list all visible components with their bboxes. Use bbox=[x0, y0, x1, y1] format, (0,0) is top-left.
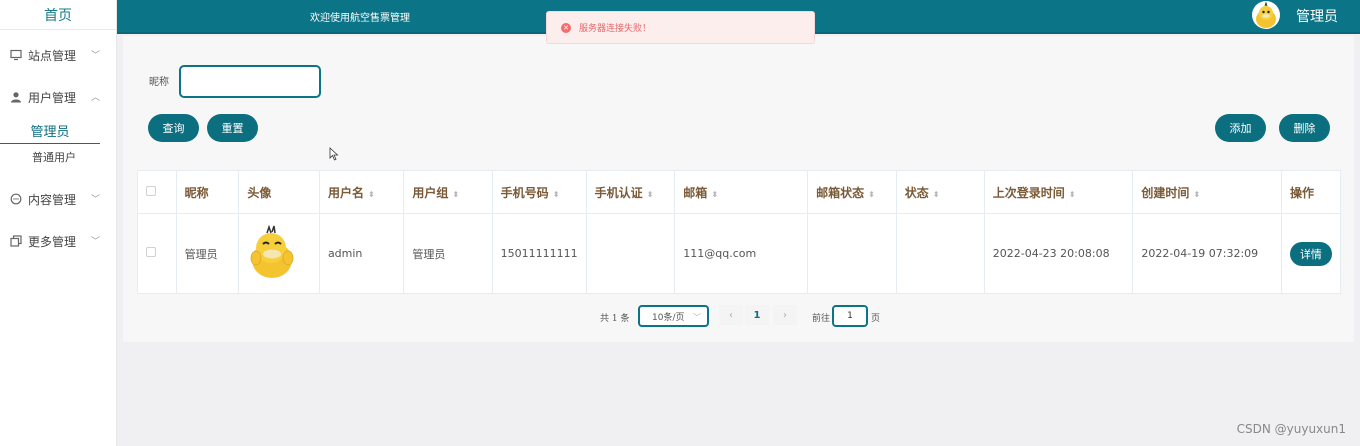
chevron-left-icon: ‹ bbox=[729, 309, 733, 321]
query-button[interactable]: 查询 bbox=[148, 114, 199, 142]
add-button[interactable]: 添加 bbox=[1215, 114, 1266, 142]
col-header-label: 上次登录时间 bbox=[992, 185, 1065, 200]
col-header-status[interactable]: 状态 ⬍ bbox=[895, 170, 985, 214]
select-all-checkbox[interactable] bbox=[146, 186, 156, 196]
welcome-text: 欢迎使用航空售票管理 bbox=[310, 13, 410, 24]
avatar bbox=[250, 224, 294, 278]
goto-suffix: 页 bbox=[871, 314, 881, 324]
nickname-label: 昵称 bbox=[149, 77, 169, 88]
page-number-current[interactable]: 1 bbox=[745, 305, 769, 325]
sidebar-item-site[interactable]: 站点管理 ﹀ bbox=[0, 34, 116, 76]
chevron-up-icon: ︿ bbox=[90, 93, 100, 103]
col-header-last-login[interactable]: 上次登录时间 ⬍ bbox=[983, 170, 1134, 214]
cell-username: admin bbox=[318, 213, 405, 294]
col-header-label: 邮箱 bbox=[683, 185, 708, 200]
copy-icon bbox=[10, 235, 22, 247]
chevron-down-icon: ﹀ bbox=[90, 195, 100, 205]
error-icon: ✕ bbox=[561, 22, 571, 33]
cell-status bbox=[895, 213, 985, 294]
sort-icon[interactable]: ⬍ bbox=[711, 190, 718, 199]
col-header-label: 手机号码 bbox=[500, 185, 549, 200]
table-row: 管理员 admin 管理员 15011111111 111@qq.com 202… bbox=[137, 213, 1342, 294]
chat-icon bbox=[10, 193, 22, 205]
row-checkbox[interactable] bbox=[146, 247, 156, 257]
sidebar-subitem-normal-users[interactable]: 普通用户 bbox=[0, 144, 116, 170]
sort-icon[interactable]: ⬍ bbox=[868, 190, 875, 199]
pagination-total: 共 1 条 bbox=[600, 314, 630, 324]
chevron-down-icon: ﹀ bbox=[90, 51, 100, 61]
col-header-label: 用户名 bbox=[327, 185, 364, 200]
detail-button[interactable]: 详情 bbox=[1289, 241, 1332, 266]
col-header-label: 邮箱状态 bbox=[816, 185, 865, 200]
col-header-label: 用户组 bbox=[412, 185, 449, 200]
goto-prefix: 前往 bbox=[812, 314, 831, 324]
mouse-cursor-icon bbox=[329, 147, 339, 161]
chevron-down-icon: ﹀ bbox=[693, 313, 701, 322]
sort-icon[interactable]: ⬍ bbox=[553, 190, 560, 199]
page-size-value: 10条/页 bbox=[652, 312, 685, 323]
col-header-action: 操作 bbox=[1280, 170, 1342, 214]
user-avatar[interactable] bbox=[1252, 1, 1280, 29]
sort-icon[interactable]: ⬍ bbox=[933, 190, 940, 199]
toast-message: 服务器连接失败！ bbox=[579, 24, 652, 34]
sort-icon[interactable]: ⬍ bbox=[647, 190, 654, 199]
sidebar-home[interactable]: 首页 bbox=[0, 0, 116, 30]
cell-phone: 15011111111 bbox=[491, 213, 587, 294]
cell-last-login: 2022-04-23 20:08:08 bbox=[983, 213, 1134, 294]
sort-icon[interactable]: ⬍ bbox=[452, 190, 459, 199]
select-all-cell[interactable] bbox=[137, 170, 177, 214]
sidebar-item-more[interactable]: 更多管理 ﹀ bbox=[0, 220, 116, 262]
sort-icon[interactable]: ⬍ bbox=[368, 190, 375, 199]
sidebar-item-content[interactable]: 内容管理 ﹀ bbox=[0, 178, 116, 220]
chevron-right-icon: › bbox=[783, 309, 787, 321]
cell-created: 2022-04-19 07:32:09 bbox=[1132, 213, 1282, 294]
error-toast: ✕ 服务器连接失败！ bbox=[546, 11, 815, 44]
sort-icon[interactable]: ⬍ bbox=[1193, 190, 1200, 199]
sidebar-item-label: 更多管理 bbox=[28, 234, 77, 249]
admin-table: 昵称 头像 用户名 ⬍ 用户组 ⬍ 手机号码 ⬍ 手机认证 ⬍ 邮箱 ⬍ 邮箱状态 ⬍ 状态… bbox=[137, 170, 1342, 294]
cell-nickname: 管理员 bbox=[175, 213, 240, 294]
col-header-group[interactable]: 用户组 ⬍ bbox=[403, 170, 493, 214]
delete-button[interactable]: 删除 bbox=[1279, 114, 1330, 142]
sidebar: 首页 站点管理 ﹀ 用户管理 ︿ 管理员 普通用户 内容管理 ﹀ 更多管理 ﹀ bbox=[0, 0, 117, 446]
col-header-avatar: 头像 bbox=[238, 170, 320, 214]
col-header-username[interactable]: 用户名 ⬍ bbox=[318, 170, 405, 214]
col-header-phone-verify[interactable]: 手机认证 ⬍ bbox=[585, 170, 676, 214]
table-header-row: 昵称 头像 用户名 ⬍ 用户组 ⬍ 手机号码 ⬍ 手机认证 ⬍ 邮箱 ⬍ 邮箱状态 ⬍ 状态… bbox=[137, 170, 1342, 214]
monitor-icon bbox=[10, 49, 22, 61]
col-header-label: 创建时间 bbox=[1141, 185, 1190, 200]
sidebar-item-users[interactable]: 用户管理 ︿ bbox=[0, 76, 116, 118]
cell-action: 详情 bbox=[1280, 213, 1342, 294]
sidebar-item-label: 内容管理 bbox=[28, 192, 77, 207]
col-header-label: 手机认证 bbox=[594, 185, 643, 200]
sidebar-item-label: 站点管理 bbox=[28, 48, 77, 63]
row-select-cell[interactable] bbox=[137, 213, 177, 294]
admin-name[interactable]: 管理员 bbox=[1296, 6, 1338, 26]
chevron-down-icon: ﹀ bbox=[90, 237, 100, 247]
cell-group: 管理员 bbox=[403, 213, 493, 294]
col-header-nickname: 昵称 bbox=[175, 170, 240, 214]
sort-icon[interactable]: ⬍ bbox=[1069, 190, 1076, 199]
col-header-created[interactable]: 创建时间 ⬍ bbox=[1132, 170, 1282, 214]
col-header-email[interactable]: 邮箱 ⬍ bbox=[674, 170, 809, 214]
col-header-label: 状态 bbox=[904, 185, 929, 200]
watermark: CSDN @yuyuxun1 bbox=[1236, 422, 1346, 436]
nickname-input[interactable] bbox=[179, 65, 321, 98]
sidebar-subitem-admin[interactable]: 管理员 bbox=[0, 118, 100, 144]
cell-email: 111@qq.com bbox=[674, 213, 809, 294]
reset-button[interactable]: 重置 bbox=[207, 114, 258, 142]
user-icon bbox=[10, 91, 22, 103]
cell-avatar bbox=[238, 213, 320, 294]
prev-page-button[interactable]: ‹ bbox=[719, 305, 743, 325]
col-header-email-status[interactable]: 邮箱状态 ⬍ bbox=[807, 170, 897, 214]
sidebar-item-label: 用户管理 bbox=[28, 90, 77, 105]
cell-email-status bbox=[807, 213, 897, 294]
cell-phone-verify bbox=[585, 213, 676, 294]
next-page-button[interactable]: › bbox=[773, 305, 797, 325]
page-size-select[interactable]: 10条/页 ﹀ bbox=[638, 305, 709, 327]
goto-page-input[interactable]: 1 bbox=[832, 305, 868, 327]
col-header-phone[interactable]: 手机号码 ⬍ bbox=[491, 170, 587, 214]
